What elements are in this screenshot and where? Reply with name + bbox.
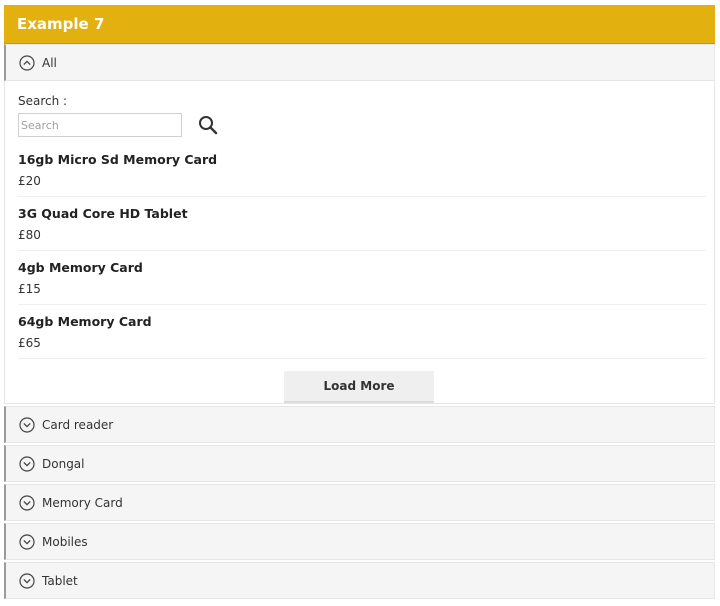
accordion-item-card-reader[interactable]: Card reader bbox=[4, 406, 715, 443]
accordion-item-tablet[interactable]: Tablet bbox=[4, 562, 715, 599]
accordion-item-mobiles[interactable]: Mobiles bbox=[4, 523, 715, 560]
product-item: 3G Quad Core HD Tablet £80 bbox=[18, 197, 706, 251]
product-name[interactable]: 3G Quad Core HD Tablet bbox=[18, 197, 706, 228]
load-more-button[interactable]: Load More bbox=[284, 371, 434, 403]
accordion-item-all[interactable]: All bbox=[4, 44, 715, 81]
product-price: £20 bbox=[18, 174, 41, 188]
chevron-up-circle-icon bbox=[19, 54, 35, 71]
accordion-label: Mobiles bbox=[42, 534, 88, 549]
accordion-label: Memory Card bbox=[42, 495, 123, 510]
search-row bbox=[18, 112, 706, 138]
example-widget: Example 7 All Search : 16gb Micro Sd Mem… bbox=[4, 5, 715, 599]
product-name[interactable]: 4gb Memory Card bbox=[18, 251, 706, 282]
accordion-label: Card reader bbox=[42, 417, 114, 432]
accordion-item-dongal[interactable]: Dongal bbox=[4, 445, 715, 482]
accordion-label: Dongal bbox=[42, 456, 85, 471]
search-input[interactable] bbox=[18, 113, 182, 137]
chevron-down-circle-icon bbox=[19, 455, 35, 472]
chevron-down-circle-icon bbox=[19, 533, 35, 550]
chevron-down-circle-icon bbox=[19, 494, 35, 511]
search-label: Search : bbox=[18, 94, 68, 108]
accordion-item-memory-card[interactable]: Memory Card bbox=[4, 484, 715, 521]
chevron-down-circle-icon bbox=[19, 416, 35, 433]
product-item: 4gb Memory Card £15 bbox=[18, 251, 706, 305]
product-item: 16gb Micro Sd Memory Card £20 bbox=[18, 143, 706, 197]
widget-title: Example 7 bbox=[17, 15, 105, 33]
product-name[interactable]: 64gb Memory Card bbox=[18, 305, 706, 336]
product-price: £80 bbox=[18, 228, 41, 242]
widget-header: Example 7 bbox=[4, 5, 715, 44]
product-name[interactable]: 16gb Micro Sd Memory Card bbox=[18, 143, 706, 174]
chevron-down-circle-icon bbox=[19, 572, 35, 589]
product-price: £15 bbox=[18, 282, 41, 296]
product-list: 16gb Micro Sd Memory Card £20 3G Quad Co… bbox=[18, 143, 706, 359]
product-item: 64gb Memory Card £65 bbox=[18, 305, 706, 359]
accordion-label: All bbox=[42, 55, 57, 70]
product-price: £65 bbox=[18, 336, 41, 350]
search-icon[interactable] bbox=[198, 115, 218, 135]
accordion-panel-all: Search : 16gb Micro Sd Memory Card £20 3… bbox=[4, 81, 715, 404]
accordion-label: Tablet bbox=[42, 573, 78, 588]
